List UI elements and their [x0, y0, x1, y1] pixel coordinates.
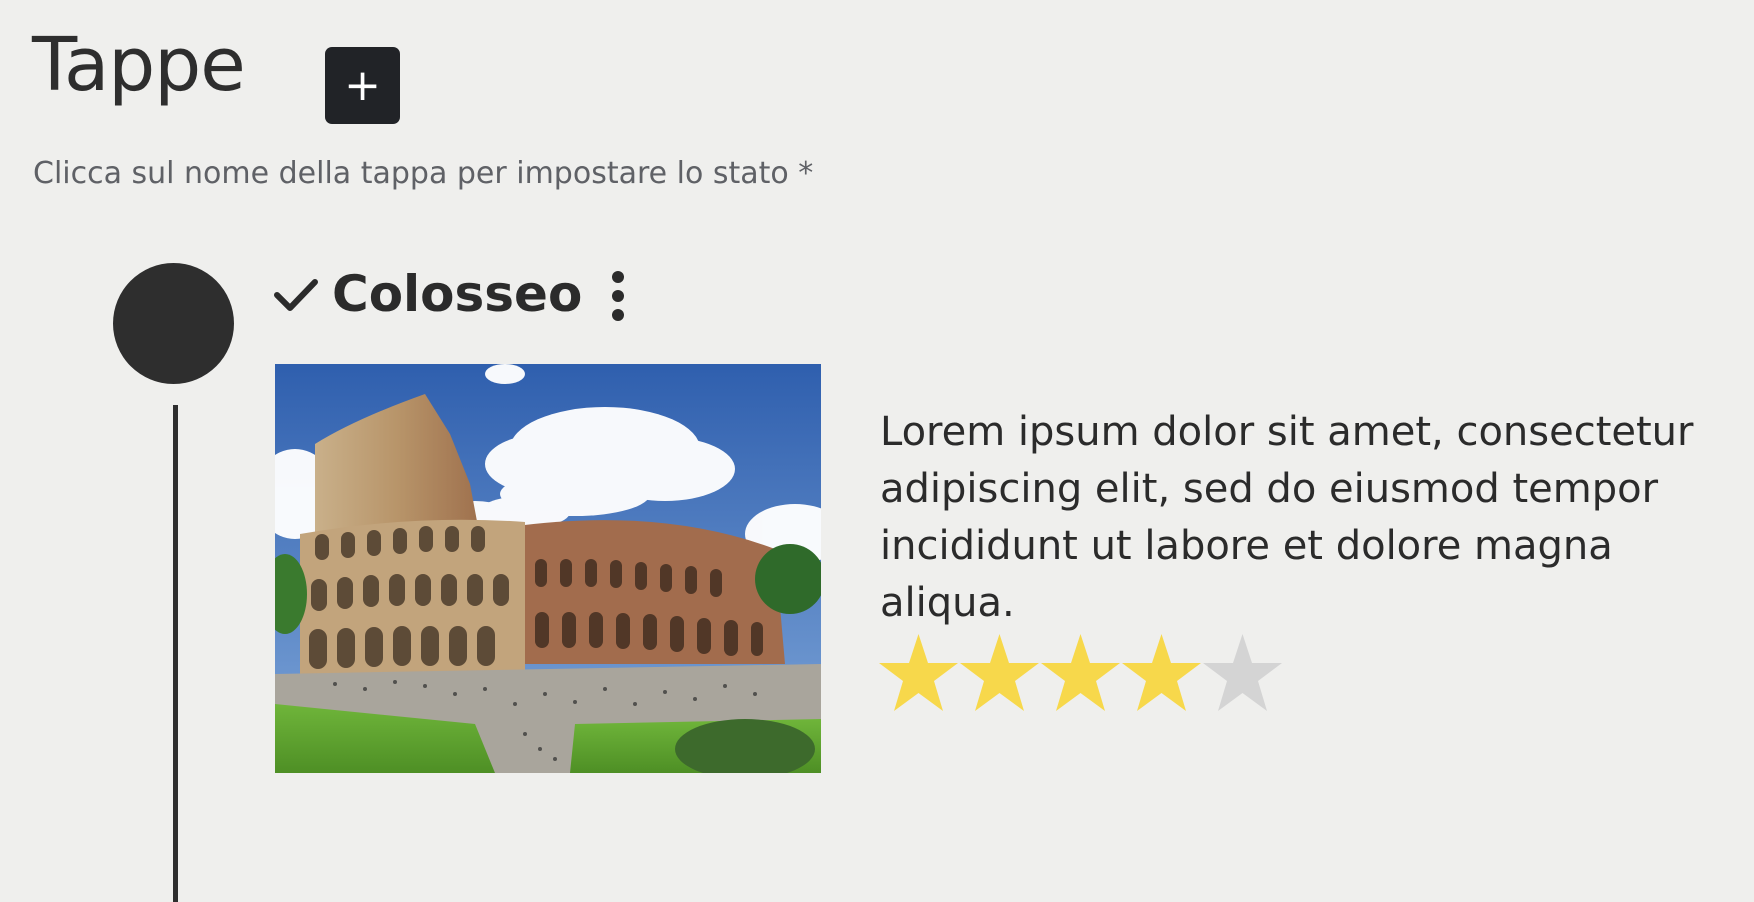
star-filled-icon[interactable] — [1040, 632, 1121, 716]
stop-photo — [275, 364, 821, 773]
check-icon — [274, 279, 318, 311]
page-subtitle: Clicca sul nome della tappa per impostar… — [33, 156, 814, 191]
stop-name-toggle[interactable]: Colosseo — [272, 258, 582, 330]
page-title: Tappe — [32, 22, 246, 108]
kebab-menu-icon — [612, 271, 624, 321]
star-filled-icon[interactable] — [1121, 632, 1202, 716]
stop-menu-button[interactable] — [598, 266, 638, 326]
star-empty-icon[interactable] — [1202, 632, 1283, 716]
star-filled-icon[interactable] — [878, 632, 959, 716]
timeline-dot — [113, 263, 234, 384]
timeline-line — [173, 405, 178, 902]
star-filled-icon[interactable] — [959, 632, 1040, 716]
stop-name: Colosseo — [332, 265, 583, 323]
stop-description: Lorem ipsum dolor sit amet, consectetur … — [880, 409, 1694, 626]
add-stop-button[interactable]: + — [325, 47, 400, 124]
star-rating[interactable] — [878, 632, 1283, 716]
